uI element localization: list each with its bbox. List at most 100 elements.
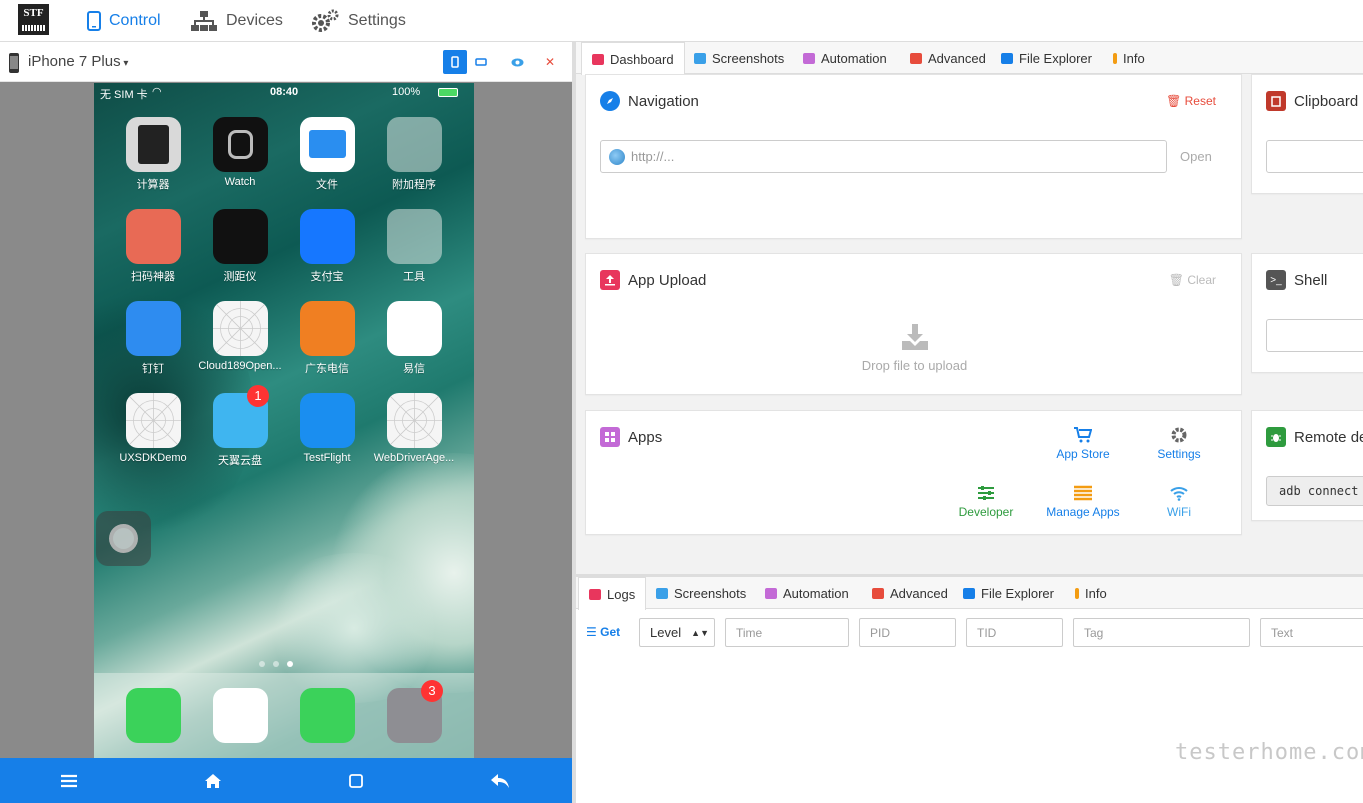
level-select[interactable]: Level ▲▼ bbox=[639, 618, 715, 647]
navigation-card: Navigation 🗑 Reset http://... Open bbox=[585, 74, 1242, 239]
reply-icon bbox=[491, 773, 509, 788]
dashboard-tab-automation[interactable]: Automation bbox=[793, 42, 897, 74]
app-folder[interactable]: 工具 bbox=[369, 209, 459, 284]
dashboard-tabbar: Dashboard Screenshots Automation Advanced Fi… bbox=[576, 42, 1363, 75]
logs-tab-info[interactable]: Info bbox=[1065, 577, 1117, 609]
ios-dock: 3 bbox=[94, 673, 474, 758]
clipboard-title: Clipboard bbox=[1266, 91, 1358, 111]
app-label: 钉钉 bbox=[142, 363, 164, 375]
dock-messages[interactable] bbox=[282, 688, 372, 743]
app-files[interactable]: 文件 bbox=[282, 117, 372, 192]
time-filter[interactable]: Time bbox=[725, 618, 849, 647]
nav-settings[interactable]: Settings bbox=[310, 0, 406, 42]
device-header: iPhone 7 Plus ▾ ✕ bbox=[0, 42, 572, 82]
reset-button[interactable]: 🗑 Reset bbox=[1166, 94, 1216, 108]
url-input[interactable]: http://... bbox=[600, 140, 1167, 173]
placeholder-app-icon bbox=[386, 393, 442, 448]
developer-button[interactable]: Developer bbox=[941, 485, 1031, 519]
drop-zone[interactable]: Drop file to upload bbox=[586, 324, 1243, 373]
menu-button[interactable] bbox=[49, 758, 89, 803]
settings-button[interactable]: Settings bbox=[1134, 427, 1224, 461]
view-button[interactable] bbox=[505, 50, 529, 74]
app-barcode[interactable]: 扫码神器 bbox=[108, 209, 198, 284]
list-icon: ☰ bbox=[586, 625, 597, 639]
landscape-button[interactable] bbox=[469, 50, 493, 74]
assistive-touch[interactable] bbox=[96, 511, 151, 566]
app-yixin[interactable]: 易信 bbox=[369, 301, 459, 376]
gear-icon bbox=[1171, 427, 1187, 443]
telecom-icon bbox=[299, 301, 355, 356]
app-store-button[interactable]: App Store bbox=[1038, 427, 1128, 461]
camera-icon bbox=[656, 587, 668, 599]
pid-filter[interactable]: PID bbox=[859, 618, 956, 647]
app-label: 扫码神器 bbox=[131, 271, 175, 283]
logs-tab-file-explorer[interactable]: File Explorer bbox=[953, 577, 1064, 609]
app-calculator[interactable]: 计算器 bbox=[108, 117, 198, 192]
dashboard-tab-screenshots[interactable]: Screenshots bbox=[684, 42, 794, 74]
dashboard-tab-info[interactable]: Info bbox=[1103, 42, 1155, 74]
app-label: 附加程序 bbox=[392, 179, 436, 191]
dashboard-tab-dashboard[interactable]: Dashboard bbox=[581, 42, 685, 75]
tid-filter[interactable]: TID bbox=[966, 618, 1063, 647]
text-filter[interactable]: Text bbox=[1260, 618, 1363, 647]
app-measure[interactable]: 测距仪 bbox=[195, 209, 285, 284]
close-device-button[interactable]: ✕ bbox=[538, 50, 562, 74]
stf-logo[interactable]: STF bbox=[18, 4, 49, 35]
app-label: 支付宝 bbox=[310, 271, 344, 283]
clipboard-title-text: Clipboard bbox=[1294, 92, 1359, 110]
app-placeholder-app[interactable]: UXSDKDemo bbox=[108, 393, 198, 464]
dashboard-tab-advanced[interactable]: Advanced bbox=[900, 42, 996, 74]
portrait-icon bbox=[451, 56, 459, 68]
wifi-icon bbox=[1170, 487, 1188, 501]
tab-label: Info bbox=[1085, 585, 1107, 601]
home-button[interactable] bbox=[193, 758, 233, 803]
dock-settings-app[interactable]: 3 bbox=[369, 680, 459, 743]
android-icon bbox=[803, 52, 815, 64]
app-dingtalk[interactable]: 钉钉 bbox=[108, 301, 198, 376]
logs-tab-logs[interactable]: Logs bbox=[578, 577, 647, 610]
clipboard-input[interactable] bbox=[1266, 140, 1363, 173]
manage-apps-button[interactable]: Manage Apps bbox=[1038, 485, 1128, 519]
app-telecom[interactable]: 广东电信 bbox=[282, 301, 372, 376]
device-name-dropdown[interactable]: iPhone 7 Plus ▾ bbox=[28, 53, 128, 70]
app-watch[interactable]: Watch bbox=[195, 117, 285, 188]
adb-connect-command[interactable]: adb connect bbox=[1266, 476, 1363, 506]
clear-button[interactable]: 🗑 Clear bbox=[1169, 273, 1216, 287]
wifi-button[interactable]: WiFi bbox=[1134, 485, 1224, 519]
logs-icon bbox=[589, 588, 601, 600]
app-switch-button[interactable] bbox=[336, 758, 376, 803]
carrier-text: 无 SIM 卡 bbox=[100, 89, 148, 101]
device-screen[interactable]: 无 SIM 卡 ◠ 08:40 100% 计算器 Watch 文件 附加程序 扫码神器 测… bbox=[94, 83, 474, 758]
app-placeholder-app[interactable]: WebDriverAge... bbox=[369, 393, 459, 464]
open-button[interactable]: Open bbox=[1180, 149, 1212, 164]
app-placeholder-app[interactable]: Cloud189Open... bbox=[195, 301, 285, 372]
logs-tab-advanced[interactable]: Advanced bbox=[862, 577, 958, 609]
files-icon bbox=[299, 117, 355, 172]
app-upload-title-text: App Upload bbox=[628, 271, 707, 289]
nav-devices[interactable]: Devices bbox=[190, 0, 283, 42]
alipay-icon bbox=[299, 209, 355, 264]
dashboard-tab-file-explorer[interactable]: File Explorer bbox=[991, 42, 1102, 74]
nav-control[interactable]: Control bbox=[87, 0, 161, 42]
back-button[interactable] bbox=[480, 758, 520, 803]
app-alipay[interactable]: 支付宝 bbox=[282, 209, 372, 284]
dock-safari[interactable] bbox=[195, 688, 285, 743]
tag-filter[interactable]: Tag bbox=[1073, 618, 1250, 647]
logs-tab-screenshots[interactable]: Screenshots bbox=[646, 577, 756, 609]
portrait-button[interactable] bbox=[443, 50, 467, 74]
app-folder[interactable]: 附加程序 bbox=[369, 117, 459, 192]
url-placeholder: http://... bbox=[631, 149, 675, 164]
dock-phone[interactable] bbox=[108, 688, 198, 743]
camera-icon bbox=[694, 52, 706, 64]
testflight-icon bbox=[299, 393, 355, 448]
logs-tab-automation[interactable]: Automation bbox=[755, 577, 859, 609]
info-icon bbox=[1075, 587, 1079, 599]
get-logs-button[interactable]: ☰ Get bbox=[586, 625, 620, 639]
eye-icon bbox=[511, 58, 523, 66]
app-upload-title: App Upload bbox=[600, 270, 706, 290]
battery-percent: 100% bbox=[392, 86, 421, 98]
app-label: 易信 bbox=[403, 363, 425, 375]
app-cloud[interactable]: 天翼云盘 1 bbox=[195, 385, 285, 468]
shell-input[interactable] bbox=[1266, 319, 1363, 352]
app-testflight[interactable]: TestFlight bbox=[282, 393, 372, 464]
